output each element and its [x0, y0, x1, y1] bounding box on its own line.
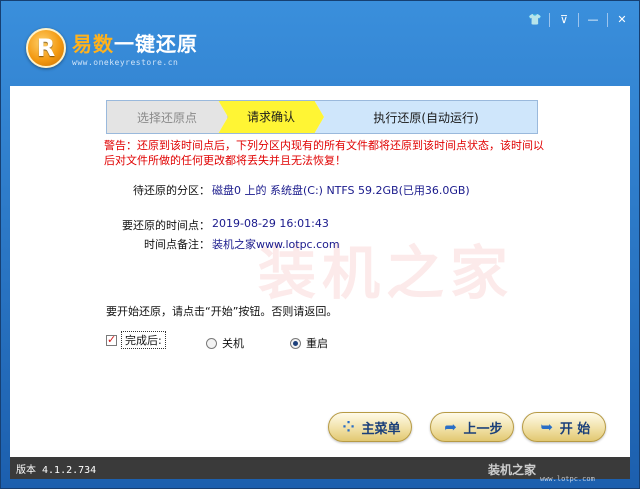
skin-icon[interactable]: 👕: [525, 12, 545, 28]
app-title-brand: 易数: [72, 32, 114, 56]
previous-step-label: 上一步: [463, 421, 503, 437]
arrow-right-icon: ➥: [540, 418, 554, 436]
divider: [578, 13, 579, 27]
note-value: 装机之家www.lotpc.com: [212, 238, 340, 251]
app-title: 易数一键还原: [72, 30, 198, 58]
content-panel: 装机之家 选择还原点 执行还原(自动运行) 请求确认 警告：还原到该时间点后，下…: [10, 86, 630, 457]
menu-dropdown-icon[interactable]: ⊽: [554, 12, 574, 28]
version-text: 版本 4.1.2.734: [16, 465, 97, 476]
app-site: www.onekeyrestore.cn: [72, 58, 179, 67]
step-execute-restore: 执行还原(自动运行): [314, 100, 538, 134]
start-label: 开 始: [559, 421, 591, 437]
radio-shutdown-label[interactable]: 关机: [222, 335, 244, 351]
time-value: 2019-08-29 16:01:43: [212, 217, 329, 230]
radio-restart[interactable]: 重启: [290, 335, 328, 351]
check-icon: ✓: [107, 332, 117, 346]
app-title-rest: 一键还原: [114, 32, 198, 56]
time-label: 要还原的时间点：: [122, 219, 210, 232]
window-controls: 👕 ⊽ — ✕: [525, 12, 632, 28]
after-complete-option[interactable]: ✓ 完成后:: [106, 331, 166, 349]
close-icon[interactable]: ✕: [612, 12, 632, 28]
start-prompt: 要开始还原，请点击“开始”按钮。否则请返回。: [106, 305, 338, 318]
step-indicator: 选择还原点 执行还原(自动运行) 请求确认: [106, 100, 538, 134]
note-label: 时间点备注：: [144, 238, 210, 251]
arrow-left-icon: ➦: [444, 418, 457, 436]
previous-step-button[interactable]: ➦ 上一步: [430, 412, 514, 442]
warning-text: 警告：还原到该时间点后，下列分区内现有的所有文件都将还原到该时间点状态，该时间以…: [104, 139, 544, 167]
main-menu-label: 主菜单: [361, 421, 401, 437]
main-menu-button[interactable]: ⁘ 主菜单: [328, 412, 412, 442]
corner-watermark-url: www.lotpc.com: [540, 475, 595, 483]
status-bar: [10, 457, 630, 479]
divider: [607, 13, 608, 27]
step-request-confirm: 请求确认: [218, 100, 324, 134]
step-select-point: 选择还原点: [106, 100, 228, 134]
logo-letter: R: [36, 34, 56, 62]
app-logo-icon: R: [26, 28, 66, 68]
partition-label: 待还原的分区：: [133, 184, 210, 197]
radio-restart-dot[interactable]: [290, 337, 301, 349]
corner-watermark: 装机之家: [488, 463, 537, 477]
divider: [549, 13, 550, 27]
start-button[interactable]: ➥ 开 始: [522, 412, 606, 442]
title-bar: R 易数一键还原 www.onekeyrestore.cn 👕 ⊽ — ✕: [0, 0, 640, 86]
minimize-icon[interactable]: —: [583, 12, 603, 28]
after-complete-checkbox[interactable]: ✓: [106, 332, 117, 346]
after-complete-label[interactable]: 完成后:: [121, 331, 166, 349]
radio-shutdown-dot[interactable]: [206, 337, 217, 349]
menu-dots-icon: ⁘: [342, 418, 355, 436]
radio-shutdown[interactable]: 关机: [206, 335, 244, 351]
radio-restart-label[interactable]: 重启: [306, 335, 328, 351]
partition-value: 磁盘0 上的 系统盘(C:) NTFS 59.2GB(已用36.0GB): [212, 184, 470, 197]
